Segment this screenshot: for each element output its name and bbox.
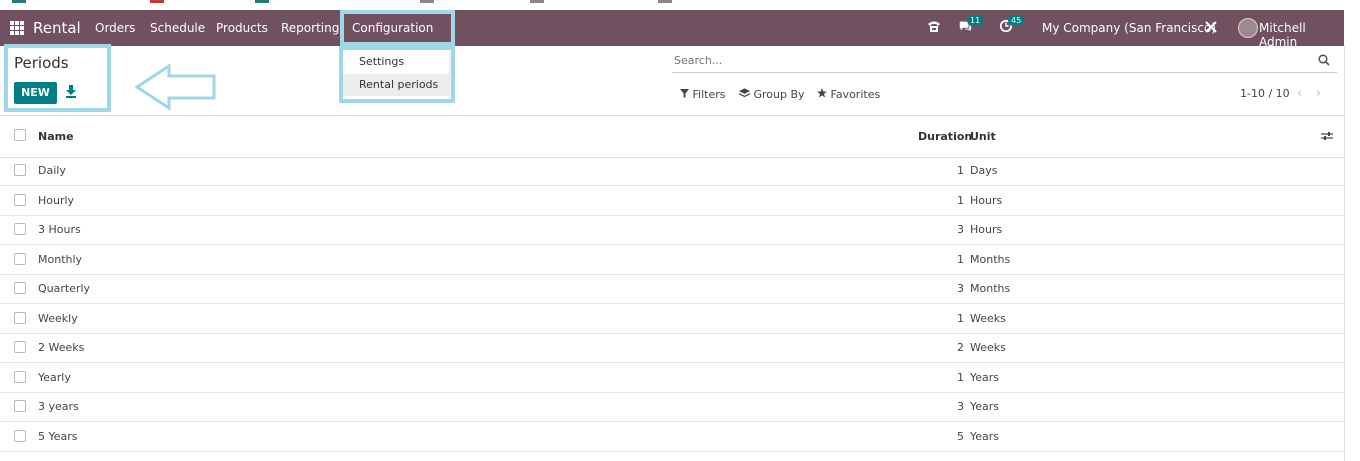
row-name: 3 Hours [38,223,81,236]
row-duration: 1 [957,371,964,384]
menu-products[interactable]: Products [216,21,268,35]
chat-badge: 11 [967,15,984,26]
row-unit: Weeks [970,341,1006,354]
pager-range[interactable]: 1-10 / 10 [1240,87,1290,100]
table-row[interactable]: Daily 1 Days [0,156,1344,186]
avatar[interactable] [1238,18,1258,38]
phone-icon[interactable] [926,19,942,35]
apps-grid-icon[interactable] [10,21,24,35]
search-input[interactable] [672,52,1276,69]
chevron-right-icon[interactable]: › [1316,86,1321,101]
row-duration: 3 [957,282,964,295]
row-name: Daily [38,164,66,177]
favorites-label: Favorites [830,88,881,101]
row-duration: 1 [957,253,964,266]
row-unit: Years [970,371,1000,384]
row-checkbox[interactable] [14,253,26,265]
search-icon[interactable] [1318,54,1330,66]
row-checkbox[interactable] [14,312,26,324]
column-name[interactable]: Name [38,130,74,143]
row-unit: Hours [970,223,1003,236]
row-name: 5 Years [38,430,78,443]
row-checkbox[interactable] [14,223,26,235]
top-navbar: Rental Orders Schedule Products Reportin… [0,10,1344,49]
configuration-highlight [340,10,455,46]
table-row[interactable]: Yearly 1 Years [0,363,1344,393]
row-name: Quarterly [38,282,91,295]
dropdown-highlight [339,46,455,103]
title-area-highlight [4,44,111,112]
tab-marker [150,0,164,3]
activity-badge: 45 [1008,15,1025,26]
tab-marker [530,0,544,3]
menu-orders[interactable]: Orders [95,21,135,35]
column-unit[interactable]: Unit [970,130,996,143]
filter-icon [680,89,689,98]
row-checkbox[interactable] [14,400,26,412]
row-name: 2 Weeks [38,341,85,354]
activity-clock-icon[interactable]: 45 [999,15,1025,35]
row-unit: Weeks [970,312,1006,325]
tab-marker [12,0,26,3]
row-unit: Days [970,164,998,177]
favorites-button[interactable]: Favorites [817,88,880,101]
row-duration: 5 [957,430,964,443]
row-checkbox[interactable] [14,164,26,176]
row-name: Weekly [38,312,78,325]
table-row[interactable]: Hourly 1 Hours [0,186,1344,216]
row-unit: Hours [970,194,1003,207]
tab-marker [658,0,672,3]
row-duration: 1 [957,312,964,325]
table-row[interactable]: 5 Years 5 Years [0,422,1344,452]
chevron-left-icon[interactable]: ‹ [1297,86,1302,101]
row-name: Yearly [38,371,71,384]
row-unit: Months [970,282,1011,295]
tab-marker [255,0,269,3]
app-brand[interactable]: Rental [33,19,81,37]
groupby-button[interactable]: Group By [739,88,805,101]
filters-label: Filters [692,88,726,101]
row-duration: 1 [957,194,964,207]
search-bar[interactable] [672,52,1337,73]
company-switcher[interactable]: My Company (San Francisco) [1042,21,1216,35]
column-duration[interactable]: Duration [918,130,972,143]
debug-tools-icon[interactable] [1203,19,1219,35]
table-row[interactable]: Weekly 1 Weeks [0,304,1344,334]
row-duration: 3 [957,223,964,236]
table-row[interactable]: 2 Weeks 2 Weeks [0,333,1344,363]
table-row[interactable]: 3 years 3 Years [0,392,1344,422]
filters-button[interactable]: Filters [680,88,725,101]
table-row[interactable]: 3 Hours 3 Hours [0,215,1344,245]
row-unit: Years [970,430,1000,443]
table-header: Name Duration Unit [0,115,1344,158]
star-icon [817,88,827,98]
browser-top-strip [0,0,1360,10]
layers-icon [739,88,750,98]
row-duration: 2 [957,341,964,354]
select-all-checkbox[interactable] [14,129,26,141]
row-duration: 1 [957,164,964,177]
row-checkbox[interactable] [14,430,26,442]
chat-icon[interactable]: 11 [958,15,984,35]
user-menu[interactable]: Mitchell Admin [1259,21,1344,49]
table-row[interactable]: Quarterly 3 Months [0,274,1344,304]
row-checkbox[interactable] [14,282,26,294]
row-checkbox[interactable] [14,371,26,383]
tab-marker [420,0,434,3]
row-unit: Years [970,400,1000,413]
table-row[interactable]: Monthly 1 Months [0,245,1344,275]
groupby-label: Group By [753,88,805,101]
optional-columns-icon[interactable] [1321,130,1333,142]
row-checkbox[interactable] [14,194,26,206]
row-unit: Months [970,253,1011,266]
left-arrow-icon [135,64,216,110]
menu-reporting[interactable]: Reporting [281,21,339,35]
row-name: Monthly [38,253,83,266]
row-duration: 3 [957,400,964,413]
row-name: 3 years [38,400,79,413]
scrollbar-track[interactable] [1344,46,1360,461]
row-checkbox[interactable] [14,341,26,353]
row-name: Hourly [38,194,75,207]
menu-schedule[interactable]: Schedule [150,21,205,35]
